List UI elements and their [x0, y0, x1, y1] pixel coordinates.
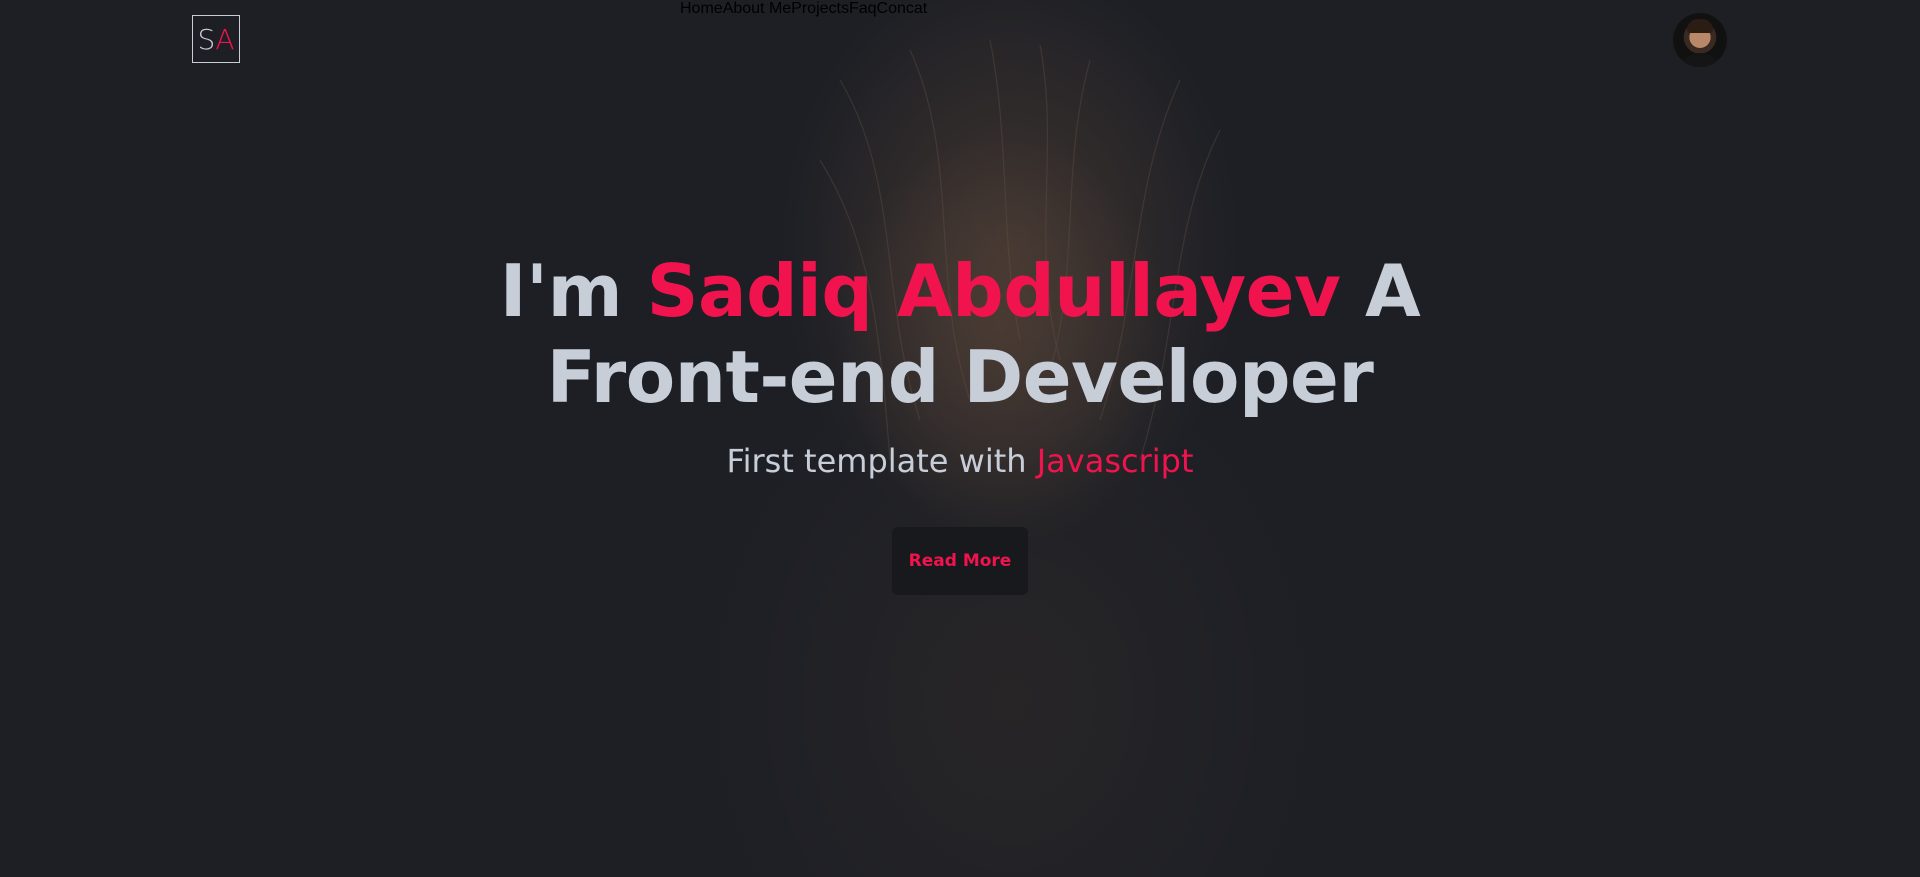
nav-home[interactable]: Home	[680, 0, 723, 18]
headline-suffix: A	[1340, 249, 1421, 333]
hero-headline: I'm Sadiq Abdullayev A Front-end Develop…	[0, 248, 1920, 420]
subtitle-prefix: First template with	[726, 442, 1037, 480]
site-logo[interactable]: SA	[192, 15, 240, 63]
logo-letter-s: S	[197, 22, 216, 56]
avatar-shirt	[1679, 53, 1721, 67]
logo-letter-a: A	[215, 22, 235, 56]
avatar-hair	[1687, 19, 1713, 33]
user-avatar[interactable]	[1673, 13, 1727, 67]
headline-role: Front-end Developer	[546, 335, 1374, 419]
nav-concat[interactable]: Concat	[877, 0, 928, 18]
hero-subtitle: First template with Javascript	[0, 442, 1920, 480]
main-nav: Home About Me Projects Faq Concat	[680, 0, 927, 18]
read-more-button[interactable]: Read More	[892, 527, 1028, 595]
hero-background-image	[0, 0, 1920, 877]
subtitle-accent: Javascript	[1036, 442, 1194, 480]
top-navigation-bar: SA Home About Me Projects Faq Concat	[0, 0, 1920, 82]
headline-prefix: I'm	[499, 249, 647, 333]
headline-name: Sadiq Abdullayev	[646, 249, 1341, 333]
nav-about-me[interactable]: About Me	[723, 0, 791, 18]
nav-projects[interactable]: Projects	[791, 0, 849, 18]
nav-faq[interactable]: Faq	[849, 0, 877, 18]
